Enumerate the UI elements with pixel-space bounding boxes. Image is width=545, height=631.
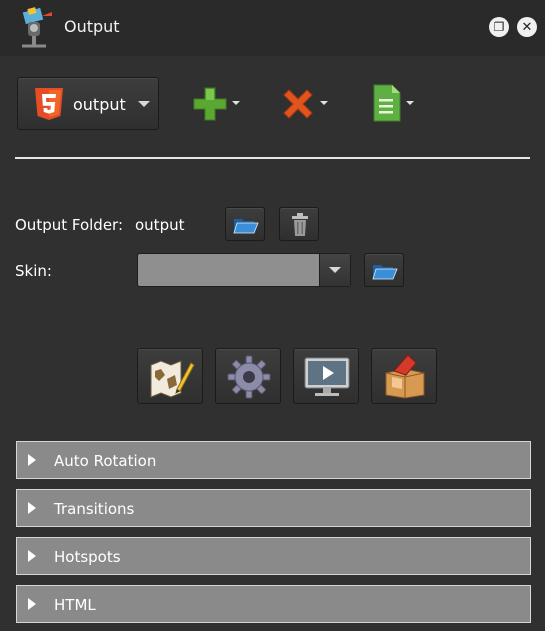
browse-output-folder-button[interactable] xyxy=(225,207,265,241)
chevron-down-icon xyxy=(406,101,414,105)
skin-select[interactable] xyxy=(137,253,351,287)
remove-preset-button[interactable] xyxy=(278,82,330,126)
chevron-down-icon xyxy=(320,101,328,105)
section-html[interactable]: HTML xyxy=(16,585,531,623)
section-label: Transitions xyxy=(54,500,135,518)
browse-skin-button[interactable] xyxy=(364,253,404,287)
plus-icon xyxy=(193,87,227,121)
output-folder-value: output xyxy=(135,216,185,234)
window-title: Output xyxy=(64,17,120,36)
trash-icon xyxy=(292,213,308,236)
document-menu-button[interactable] xyxy=(370,82,418,126)
preset-label: output xyxy=(73,95,126,114)
app-icon xyxy=(22,7,52,48)
toolbar-divider xyxy=(15,157,530,159)
section-label: HTML xyxy=(54,596,96,614)
clear-output-folder-button[interactable] xyxy=(279,207,319,241)
section-auto-rotation[interactable]: Auto Rotation xyxy=(16,441,531,479)
section-hotspots[interactable]: Hotspots xyxy=(16,537,531,575)
folder-open-icon xyxy=(372,265,398,280)
expand-triangle-icon xyxy=(28,502,36,514)
document-icon xyxy=(373,84,401,122)
monitor-play-icon xyxy=(304,357,350,396)
skin-label: Skin: xyxy=(15,262,52,280)
section-label: Auto Rotation xyxy=(54,452,157,470)
output-preset-dropdown[interactable]: output xyxy=(17,77,159,130)
folder-open-icon xyxy=(233,219,259,234)
map-pencil-icon xyxy=(150,360,195,398)
gear-icon xyxy=(227,355,271,399)
skin-select-dropdown[interactable] xyxy=(319,254,350,286)
expand-triangle-icon xyxy=(28,454,36,466)
box-icon xyxy=(385,354,425,399)
chevron-down-icon xyxy=(232,101,240,105)
section-transitions[interactable]: Transitions xyxy=(16,489,531,527)
chevron-down-icon xyxy=(329,267,341,273)
package-button[interactable] xyxy=(371,348,437,404)
expand-triangle-icon xyxy=(28,550,36,562)
close-window-button[interactable]: ✕ xyxy=(517,17,537,37)
preview-button[interactable] xyxy=(293,348,359,404)
html5-icon xyxy=(35,88,63,120)
close-icon: ✕ xyxy=(521,19,533,35)
x-icon xyxy=(283,89,313,119)
restore-window-button[interactable]: ❐ xyxy=(489,17,509,37)
chevron-down-icon xyxy=(138,101,150,107)
title-bar: Output ❐ ✕ xyxy=(0,0,545,56)
section-label: Hotspots xyxy=(54,548,121,566)
add-preset-button[interactable] xyxy=(190,82,242,126)
expand-triangle-icon xyxy=(28,598,36,610)
restore-icon: ❐ xyxy=(493,20,505,34)
settings-button[interactable] xyxy=(215,348,281,404)
output-folder-label: Output Folder: xyxy=(15,216,124,234)
map-edit-button[interactable] xyxy=(137,348,203,404)
